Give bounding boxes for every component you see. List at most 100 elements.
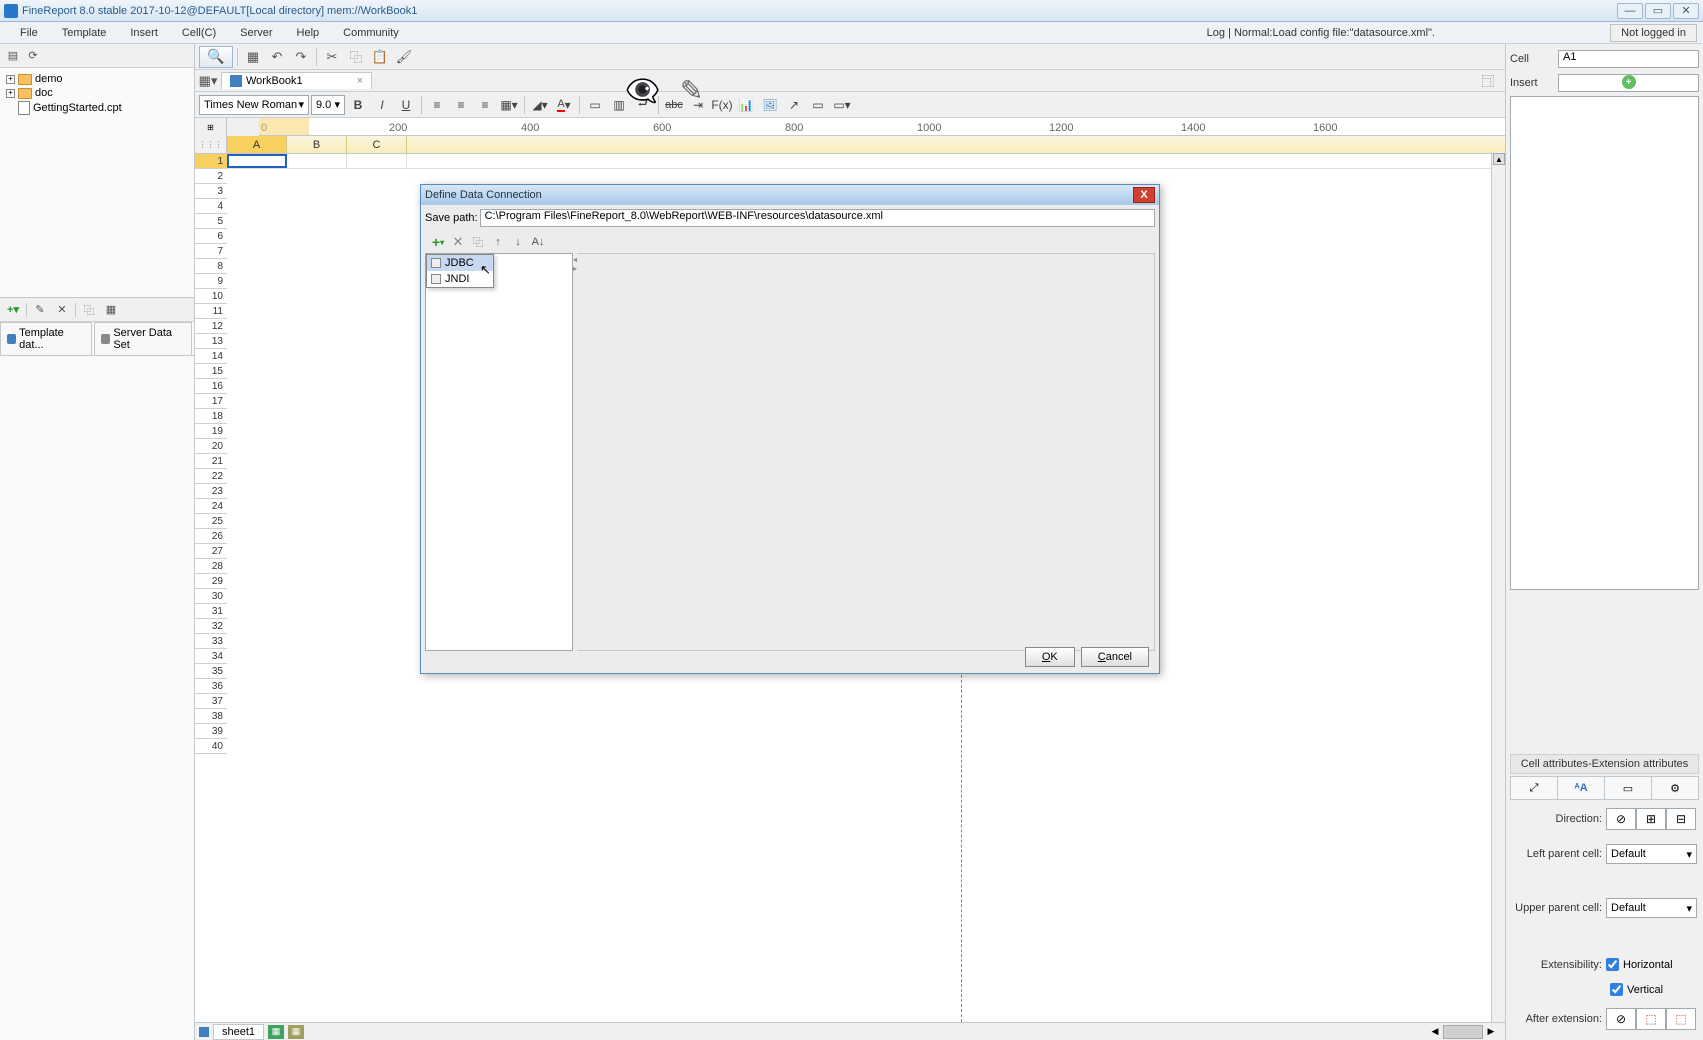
dropdown-option-jdbc[interactable]: JDBC [427, 255, 493, 271]
edit-pencil-icon[interactable]: ✎ [680, 74, 703, 107]
connection-list[interactable]: JDBC JNDI ↖ [425, 253, 573, 651]
save-path-input[interactable]: C:\Program Files\FineReport_8.0\WebRepor… [480, 209, 1155, 227]
after-ext-col-button[interactable]: ⬚ [1666, 1008, 1696, 1030]
menu-insert[interactable]: Insert [118, 24, 170, 42]
formula-input[interactable] [1510, 96, 1699, 590]
direction-horizontal-button[interactable]: ⊟ [1666, 808, 1696, 830]
column-header-a[interactable]: A [227, 136, 287, 153]
scroll-left-icon[interactable]: ◀ [1427, 1025, 1443, 1039]
scroll-thumb[interactable] [1443, 1025, 1483, 1039]
expand-icon[interactable]: + [6, 75, 15, 84]
italic-button[interactable]: I [371, 94, 393, 116]
sheet-tab-1[interactable]: sheet1 [213, 1024, 264, 1040]
row-header[interactable]: 22 [195, 469, 227, 484]
row-header[interactable]: 15 [195, 364, 227, 379]
row-header[interactable]: 2 [195, 169, 227, 184]
new-file-icon[interactable]: ▤ [4, 47, 22, 65]
upper-parent-select[interactable]: Default▾ [1606, 898, 1697, 918]
left-parent-select[interactable]: Default▾ [1606, 844, 1697, 864]
formula-icon[interactable]: F(x) [711, 94, 733, 116]
align-right-icon[interactable]: ≡ [474, 94, 496, 116]
horizontal-checkbox[interactable] [1606, 958, 1619, 971]
row-header[interactable]: 3 [195, 184, 227, 199]
row-header[interactable]: 5 [195, 214, 227, 229]
align-center-icon[interactable]: ≡ [450, 94, 472, 116]
row-header[interactable]: 21 [195, 454, 227, 469]
row-header[interactable]: 8 [195, 259, 227, 274]
row-header[interactable]: 9 [195, 274, 227, 289]
fill-color-icon[interactable]: ◢▾ [529, 94, 551, 116]
row-header[interactable]: 1 [195, 154, 227, 169]
condition-icon[interactable]: ▭ [807, 94, 829, 116]
add-dataset-icon[interactable]: +▾ [4, 301, 22, 319]
edit-icon[interactable]: ✎ [31, 301, 49, 319]
row-header[interactable]: 20 [195, 439, 227, 454]
row-header[interactable]: 26 [195, 529, 227, 544]
row-header[interactable]: 16 [195, 379, 227, 394]
row-header[interactable]: 33 [195, 634, 227, 649]
row-header[interactable]: 39 [195, 724, 227, 739]
workbook-tab[interactable]: WorkBook1 × [221, 72, 372, 89]
tab-expand-icon[interactable]: ⤢ [1511, 777, 1558, 799]
redo-icon[interactable]: ↷ [290, 46, 312, 68]
scroll-right-icon[interactable]: ▶ [1483, 1025, 1499, 1039]
menu-cell[interactable]: Cell(C) [170, 24, 228, 42]
cut-icon[interactable]: ✂ [321, 46, 343, 68]
menu-file[interactable]: File [8, 24, 50, 42]
font-size-select[interactable]: 9.0▾ [311, 95, 345, 115]
row-header[interactable]: 38 [195, 709, 227, 724]
delete-connection-button[interactable]: ✕ [449, 233, 467, 251]
format-painter-icon[interactable]: 🖌 [393, 46, 415, 68]
dialog-title-bar[interactable]: Define Data Connection X [421, 185, 1159, 205]
row-header[interactable]: 34 [195, 649, 227, 664]
copy-icon[interactable]: ⿻ [80, 301, 98, 319]
border-icon[interactable]: ▦▾ [498, 94, 520, 116]
close-tab-icon[interactable]: × [357, 75, 363, 87]
row-header[interactable]: 28 [195, 559, 227, 574]
column-header-c[interactable]: C [347, 136, 407, 153]
row-header[interactable]: 7 [195, 244, 227, 259]
copy-connection-icon[interactable]: ⿻ [469, 233, 487, 251]
underline-button[interactable]: U [395, 94, 417, 116]
row-header[interactable]: 29 [195, 574, 227, 589]
column-header-b[interactable]: B [287, 136, 347, 153]
image-icon[interactable]: 🖼 [759, 94, 781, 116]
bold-button[interactable]: B [347, 94, 369, 116]
row-header[interactable]: 31 [195, 604, 227, 619]
hyperlink-icon[interactable]: ↗ [783, 94, 805, 116]
undo-icon[interactable]: ↶ [266, 46, 288, 68]
widget-icon[interactable]: ▭▾ [831, 94, 853, 116]
grid-view-icon[interactable]: ▦▾ [199, 72, 217, 90]
move-down-icon[interactable]: ↓ [509, 233, 527, 251]
row-header[interactable]: 30 [195, 589, 227, 604]
menu-community[interactable]: Community [331, 24, 411, 42]
tree-folder-doc[interactable]: + doc [4, 86, 190, 100]
visibility-off-icon[interactable]: 👁‍🗨 [625, 74, 660, 107]
expand-icon[interactable]: + [6, 89, 15, 98]
row-header[interactable]: 36 [195, 679, 227, 694]
menu-help[interactable]: Help [285, 24, 332, 42]
add-icon[interactable]: + [1622, 75, 1636, 89]
menu-template[interactable]: Template [50, 24, 119, 42]
font-name-select[interactable]: Times New Roman▾ [199, 95, 309, 115]
direction-vertical-button[interactable]: ⊞ [1636, 808, 1666, 830]
minimize-button[interactable]: — [1617, 3, 1643, 19]
vertical-checkbox[interactable] [1610, 983, 1623, 996]
row-header[interactable]: 11 [195, 304, 227, 319]
tab-present-icon[interactable]: ▭ [1605, 777, 1652, 799]
align-left-icon[interactable]: ≡ [426, 94, 448, 116]
move-up-icon[interactable]: ↑ [489, 233, 507, 251]
file-tree[interactable]: + demo + doc GettingStarted.cpt [0, 68, 194, 298]
insert-input[interactable]: + [1558, 74, 1699, 92]
row-header[interactable]: 37 [195, 694, 227, 709]
row-header[interactable]: 13 [195, 334, 227, 349]
close-button[interactable]: ✕ [1673, 3, 1699, 19]
cancel-button[interactable]: Cancel [1081, 647, 1149, 667]
preview-button[interactable]: 🔍 [199, 46, 233, 68]
ok-button[interactable]: OK [1025, 647, 1075, 667]
tree-folder-demo[interactable]: + demo [4, 72, 190, 86]
row-header[interactable]: 40 [195, 739, 227, 754]
delete-icon[interactable]: ✕ [53, 301, 71, 319]
maximize-button[interactable]: ▭ [1645, 3, 1671, 19]
login-status[interactable]: Not logged in [1610, 24, 1697, 42]
